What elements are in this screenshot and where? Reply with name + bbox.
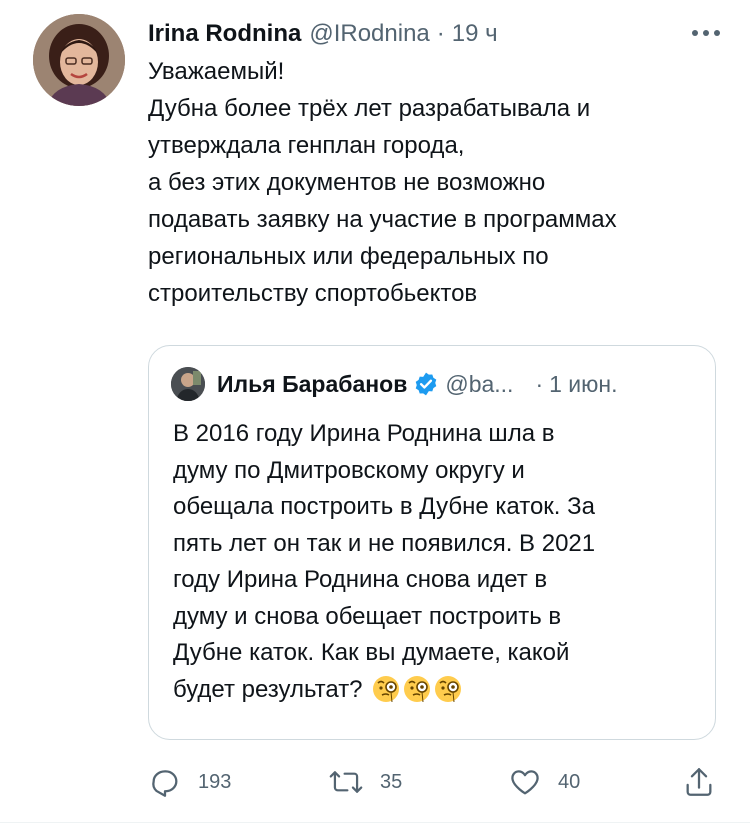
quoted-tweet-card[interactable]: Илья Барабанов @ba... · 1 июн. В 2016 го… — [148, 345, 716, 740]
tweet-text: Уважаемый! Дубна более трёх лет разрабат… — [148, 53, 733, 312]
quoted-text-line: году Ирина Роднина снова идет в — [173, 566, 548, 593]
quoted-text-line: думу по Дмитровскому округу и — [173, 456, 525, 484]
author-name[interactable]: Irina Rodnina — [148, 20, 301, 48]
tweet-text-line: утверждала генплан города, — [148, 132, 465, 159]
reply-button[interactable]: 193 — [148, 762, 231, 802]
heart-icon — [511, 770, 539, 795]
quoted-post-time[interactable]: 1 июн. — [549, 371, 617, 398]
quoted-author-name[interactable]: Илья Барабанов — [217, 371, 407, 398]
quoted-text-line: В 2016 году Ирина Роднина шла в — [173, 420, 555, 447]
author-handle[interactable]: @IRodnina — [309, 20, 429, 48]
share-icon — [686, 768, 712, 796]
reply-icon — [152, 770, 178, 797]
divider — [0, 822, 750, 823]
tweet-text-line: региональных или федеральных по — [148, 243, 549, 270]
more-options-button[interactable] — [688, 21, 724, 45]
quoted-text-line: обещала построить в Дубне каток. За — [173, 493, 595, 520]
quoted-text-line: будет результат? — [173, 675, 363, 703]
tweet-text-line: подавать заявку на участие в программах — [148, 206, 617, 233]
monocle-face-icon — [435, 675, 462, 702]
quoted-text-line: Дубне каток. Как вы думаете, какой — [173, 639, 570, 666]
quoted-tweet-text: В 2016 году Ирина Роднина шла в думу по … — [173, 416, 703, 708]
share-button[interactable] — [682, 762, 732, 802]
tweet-actions-bar: 193 35 40 — [148, 762, 728, 802]
separator-dot: · — [436, 20, 445, 47]
quoted-text-line: думу и снова обещает построить в — [173, 602, 562, 630]
tweet-text-line: строительству спортобьектов — [148, 280, 478, 307]
verified-badge-icon — [413, 371, 439, 397]
retweet-button[interactable]: 35 — [328, 762, 402, 802]
tweet-text-line: Уважаемый! — [148, 58, 285, 85]
like-count: 40 — [558, 770, 581, 793]
retweet-count: 35 — [380, 770, 403, 793]
reply-count: 193 — [198, 770, 232, 793]
tweet-text-line: а без этих документов не возможно — [148, 169, 546, 196]
more-icon — [692, 30, 720, 36]
monocle-face-icon — [373, 675, 400, 702]
tweet-text-line: Дубна более трёх лет разрабатывала и — [148, 95, 591, 122]
retweet-icon — [329, 771, 363, 793]
quoted-author-handle[interactable]: @ba... — [445, 371, 513, 398]
post-time[interactable]: 19 ч — [452, 20, 498, 48]
tweet-header: Irina Rodnina @IRodnina · 19 ч — [148, 14, 730, 54]
quoted-author-avatar[interactable] — [171, 367, 205, 401]
separator-dot: · — [535, 370, 544, 397]
monocle-face-icon — [404, 675, 431, 702]
quoted-tweet-header: Илья Барабанов @ba... · 1 июн. — [171, 366, 618, 402]
like-button[interactable]: 40 — [508, 762, 580, 802]
quoted-text-line: пять лет он так и не появился. В 2021 — [173, 529, 596, 557]
quoted-text-line-last: будет результат? — [173, 672, 703, 709]
author-avatar[interactable] — [33, 14, 125, 106]
